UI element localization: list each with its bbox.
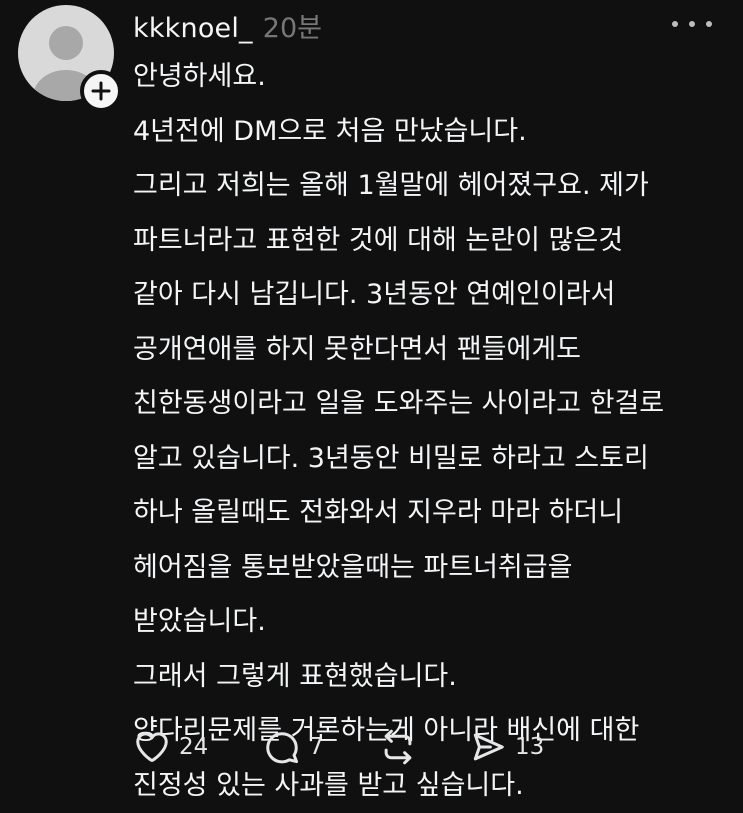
repost-icon (379, 728, 417, 766)
reply-count: 7 (309, 734, 324, 760)
more-horizontal-icon (672, 21, 678, 27)
post-time: 20분 (263, 6, 322, 45)
like-button[interactable]: 24 (133, 728, 263, 766)
post-text-line: 하나 올릴때도 전화와서 지우라 마라 하더니 (133, 486, 733, 541)
repost-button[interactable] (379, 728, 469, 766)
post-text-line: 받았습니다. (133, 595, 733, 650)
username[interactable]: kkknoel_ (133, 13, 253, 44)
more-horizontal-icon (689, 21, 695, 27)
follow-button[interactable] (80, 70, 122, 112)
send-icon (469, 728, 507, 766)
post-text-line: 공개연애를 하지 못한다면서 팬들에게도 (133, 323, 733, 378)
post-text-line: 파트너라고 표현한 것에 대해 논란이 많은것 (133, 214, 733, 269)
post-text-line: 알고 있습니다. 3년동안 비밀로 하라고 스토리 (133, 432, 733, 487)
like-count: 24 (179, 734, 208, 760)
more-horizontal-icon (706, 21, 712, 27)
post-text-line: 헤어짐을 통보받았을때는 파트너취급을 (133, 541, 733, 596)
share-button[interactable]: 13 (469, 728, 544, 766)
post-text-line: 안녕하세요. (133, 50, 733, 105)
post-actions: 24 7 13 (133, 725, 544, 769)
more-options-button[interactable] (672, 12, 712, 36)
comment-bubble-icon (263, 728, 301, 766)
reply-button[interactable]: 7 (263, 728, 379, 766)
post-text-line: 그래서 그렇게 표현했습니다. (133, 650, 733, 705)
post-text-line: 같아 다시 남깁니다. 3년동안 연예인이라서 (133, 268, 733, 323)
heart-icon (133, 728, 171, 766)
post-header: kkknoel_ 20분 (133, 6, 322, 46)
post-text-line: 4년전에 DM으로 처음 만났습니다. (133, 105, 733, 160)
share-count: 13 (515, 734, 544, 760)
post-text: 안녕하세요. 4년전에 DM으로 처음 만났습니다. 그리고 저희는 올해 1월… (133, 50, 733, 813)
plus-icon (90, 80, 112, 102)
post-text-line: 친한동생이라고 일을 도와주는 사이라고 한걸로 (133, 377, 733, 432)
post-text-line: 그리고 저희는 올해 1월말에 헤어졌구요. 제가 (133, 159, 733, 214)
